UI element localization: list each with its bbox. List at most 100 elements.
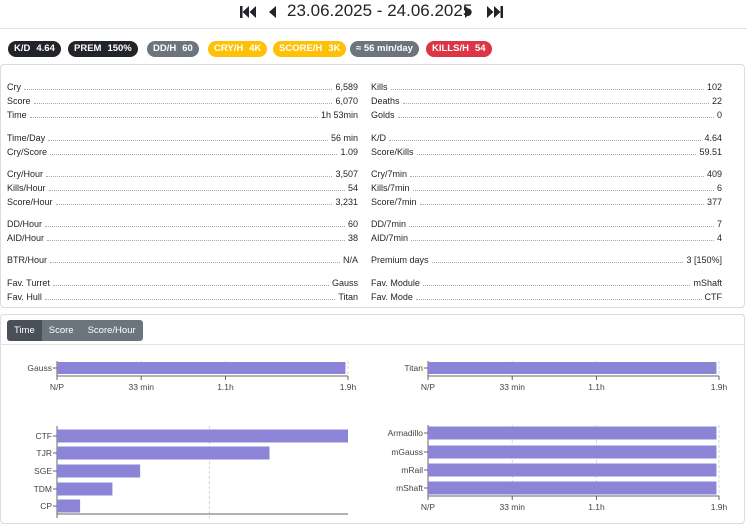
category-label-gauss: Gauss xyxy=(27,363,52,373)
tab-score[interactable]: Score xyxy=(41,320,81,341)
stat-label: Score/Hour xyxy=(7,197,53,207)
dotted-leader xyxy=(33,103,333,104)
previous-icon[interactable] xyxy=(268,5,277,19)
badge-kills-h: KILLS/H 54 xyxy=(426,41,492,57)
stat-value: 102 xyxy=(706,82,722,92)
next-icon[interactable] xyxy=(464,5,473,19)
stat-label: Kills/Hour xyxy=(7,183,46,193)
stat-value: 60 xyxy=(347,219,358,229)
dotted-leader xyxy=(409,226,714,227)
badge-label: DD/H xyxy=(153,43,177,54)
stat-label: Cry xyxy=(7,82,21,92)
stat-row-cry-score: Cry/Score 1.09 xyxy=(7,144,358,157)
dotted-leader xyxy=(402,103,709,104)
stat-row-fav-hull: Fav. Hull Titan xyxy=(7,289,358,302)
x-tick-label: 1.9h xyxy=(340,382,357,392)
stat-row-kills-hour: Kills/Hour 54 xyxy=(7,180,358,193)
stat-value: 1h 53min xyxy=(320,110,358,120)
category-label-titan: Titan xyxy=(404,363,423,373)
stat-row-score-kills: Score/Kills 59.51 xyxy=(371,144,722,157)
stat-label: Premium days xyxy=(371,255,429,265)
dotted-leader xyxy=(46,176,333,177)
category-label-mgauss: mGauss xyxy=(391,447,423,457)
stat-value: Gauss xyxy=(331,278,358,288)
badge-label: CRY/H xyxy=(214,43,244,54)
x-tick-label: 1.1h xyxy=(588,502,605,512)
stat-value: 38 xyxy=(347,233,358,243)
x-tick-label: N/P xyxy=(50,382,65,392)
stat-label: Cry/Score xyxy=(7,147,48,157)
stat-row-kills: Kills 102 xyxy=(371,79,722,92)
badge-score-h: SCORE/H 3K xyxy=(273,41,347,57)
stat-label: Fav. Module xyxy=(371,278,420,288)
first-page-icon[interactable] xyxy=(240,5,257,19)
bar-titan xyxy=(428,362,717,374)
badge-label: PREM xyxy=(74,43,102,54)
stat-row-aid-hour: AID/Hour 38 xyxy=(7,230,358,243)
dotted-leader xyxy=(397,117,714,118)
dotted-leader xyxy=(431,262,684,263)
stat-row-k-d: K/D 4.64 xyxy=(371,130,722,143)
dotted-leader xyxy=(411,240,714,241)
stat-value: 3 [150%] xyxy=(686,255,722,265)
bar-mrail xyxy=(428,463,717,477)
stat-row-fav-module: Fav. Module mShaft xyxy=(371,275,722,288)
stat-row-dd-7min: DD/7min 7 xyxy=(371,216,722,229)
x-tick-label: N/P xyxy=(421,382,436,392)
category-label-tjr: TJR xyxy=(36,448,52,458)
last-page-icon[interactable] xyxy=(486,5,503,19)
stat-label: Score/7min xyxy=(371,197,417,207)
stat-label: Score xyxy=(7,96,31,106)
dotted-leader xyxy=(48,190,345,191)
date-navigation: 23.06.2025 - 24.06.2025 xyxy=(0,0,747,24)
category-label-sge: SGE xyxy=(34,466,52,476)
tab-score-hour[interactable]: Score/Hour xyxy=(80,320,143,341)
divider xyxy=(0,28,747,29)
stat-row-cry: Cry 6,589 xyxy=(7,79,358,92)
dotted-leader xyxy=(50,262,340,263)
stat-label: Fav. Mode xyxy=(371,292,413,302)
stat-row-golds: Golds 0 xyxy=(371,107,722,120)
divider xyxy=(0,344,745,345)
bar-sge xyxy=(57,464,141,478)
date-range-label: 23.06.2025 - 24.06.2025 xyxy=(287,1,473,20)
x-tick-label: 33 min xyxy=(128,382,154,392)
badge-label: SCORE/H xyxy=(279,43,323,54)
stat-value: 56 min xyxy=(330,133,358,143)
dotted-leader xyxy=(422,285,691,286)
stat-value: 4 xyxy=(716,233,722,243)
stat-label: Deaths xyxy=(371,96,400,106)
dotted-leader xyxy=(416,154,697,155)
stat-row-dd-hour: DD/Hour 60 xyxy=(7,216,358,229)
stat-value: 377 xyxy=(706,197,722,207)
dotted-leader xyxy=(45,226,345,227)
tab-time[interactable]: Time xyxy=(7,320,42,341)
category-label-armadillo: Armadillo xyxy=(388,428,424,438)
stat-value: mShaft xyxy=(693,278,722,288)
stat-row-score: Score 6,070 xyxy=(7,93,358,106)
stat-label: DD/7min xyxy=(371,219,407,229)
stat-label: AID/Hour xyxy=(7,233,45,243)
dotted-leader xyxy=(389,140,702,141)
stat-value: CTF xyxy=(704,292,723,302)
badge-dd-h: DD/H 60 xyxy=(147,41,199,57)
stat-row-cry-7min: Cry/7min 409 xyxy=(371,166,722,179)
stat-value: 22 xyxy=(711,96,722,106)
badge-value: 4K xyxy=(249,43,262,54)
stat-value: 6,589 xyxy=(335,82,358,92)
badge-value: 60 xyxy=(182,43,193,54)
dotted-leader xyxy=(55,204,333,205)
stat-label: Time/Day xyxy=(7,133,46,143)
dotted-leader xyxy=(47,240,345,241)
stat-value: 6 xyxy=(716,183,722,193)
bar-tjr xyxy=(57,446,270,460)
category-label-cp: CP xyxy=(40,501,52,511)
charts-area: Gauss N/P 33 min 1.1h 1.9h Titan N/P 33 min 1.1h… xyxy=(27,361,728,518)
badge-k-d: K/D 4.64 xyxy=(8,41,61,57)
stat-label: BTR/Hour xyxy=(7,255,48,265)
badge-56-min-day: ≈ 56 min/day xyxy=(350,41,419,57)
x-tick-label: 1.9h xyxy=(711,502,728,512)
stat-label: DD/Hour xyxy=(7,219,43,229)
badge-value: 4.64 xyxy=(36,43,55,54)
x-tick-label: 1.1h xyxy=(588,382,605,392)
